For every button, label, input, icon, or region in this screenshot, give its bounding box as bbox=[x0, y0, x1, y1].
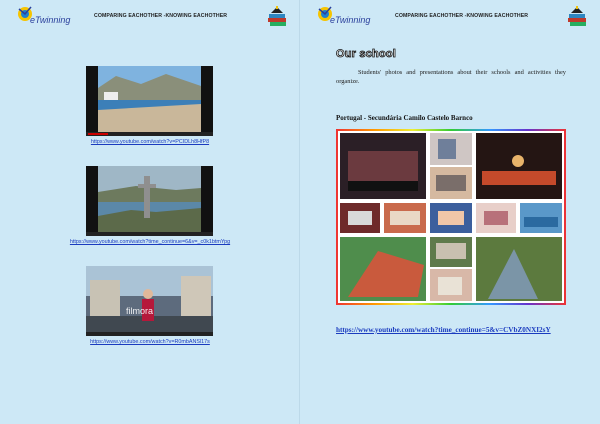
filmora-watermark: filmora bbox=[126, 306, 154, 316]
video-link-3[interactable]: https://www.youtube.com/watch?v=R0mbANSl… bbox=[0, 339, 300, 345]
video-thumbnail-1[interactable] bbox=[86, 66, 213, 136]
school-photo-collage bbox=[338, 131, 564, 303]
video-thumbnail-3[interactable]: filmora bbox=[86, 266, 213, 336]
intro-text: Students' photos and presentations about… bbox=[336, 69, 566, 85]
logo-text: eTwinning bbox=[330, 15, 371, 25]
left-page: eTwinning COMPARING EACHOTHER -KNOWING E… bbox=[0, 0, 300, 424]
school-video-link[interactable]: https://www.youtube.com/watch?time_conti… bbox=[336, 326, 568, 335]
logo-text: eTwinning bbox=[30, 15, 71, 25]
header-title: COMPARING EACHOTHER -KNOWING EACHOTHER bbox=[94, 13, 228, 19]
header-title-right: COMPARING EACHOTHER -KNOWING EACHOTHER bbox=[395, 13, 529, 19]
video-link-2[interactable]: https://www.youtube.com/watch?time_conti… bbox=[0, 239, 300, 245]
school-name: Portugal - Secundária Camilo Castelo Bar… bbox=[336, 114, 473, 122]
etwinning-logo-right: eTwinning bbox=[316, 5, 374, 29]
collage-photos bbox=[338, 131, 564, 303]
books-icon bbox=[568, 6, 586, 26]
video-link-1[interactable]: https://www.youtube.com/watch?v=PCIDLh8H… bbox=[0, 139, 300, 145]
etwinning-logo: eTwinning bbox=[16, 5, 74, 29]
section-title: Our school bbox=[336, 48, 397, 61]
books-icon bbox=[268, 6, 286, 26]
video-thumbnail-2[interactable] bbox=[86, 166, 213, 236]
